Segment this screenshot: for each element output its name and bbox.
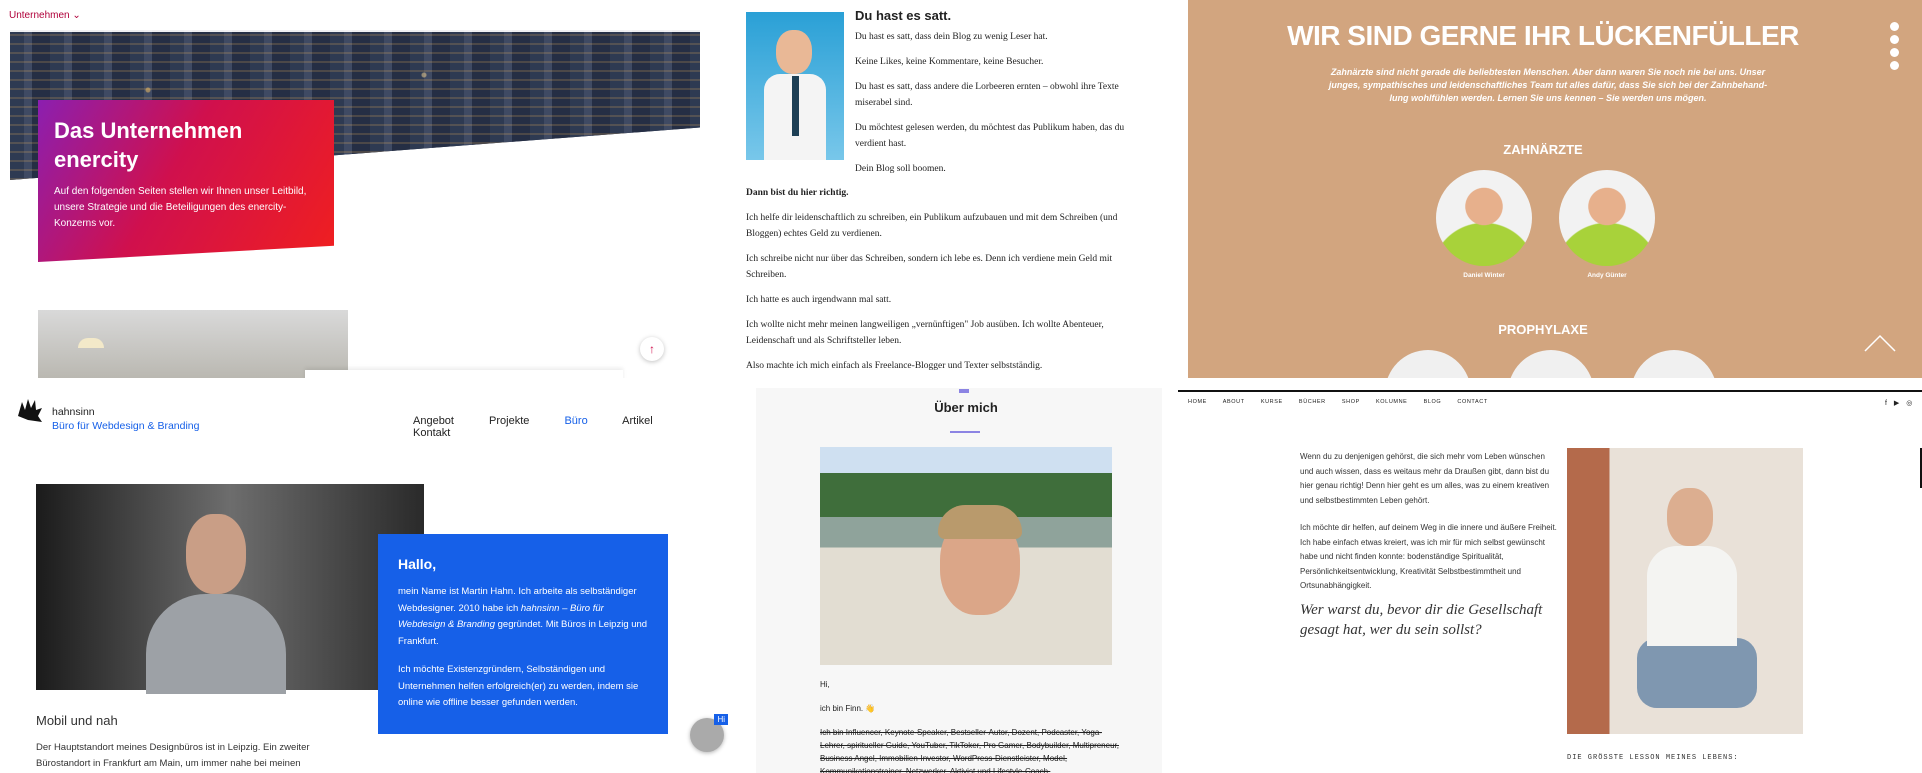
struck-list: Ich bin Influencer, Keynote-Speaker, Bes…: [820, 728, 1119, 773]
coach-panel: HOME ABOUT KURSE BÜCHER SHOP KOLUMNE BLO…: [1178, 388, 1922, 773]
dental-panel: WIR SIND GERNE IHR LÜCKENFÜLLER Zahnärzt…: [1188, 0, 1922, 378]
decor-mark: [959, 389, 969, 393]
author-photo: [746, 12, 844, 160]
interior-image: [38, 310, 348, 378]
nav-kontakt[interactable]: Kontakt: [413, 427, 450, 439]
intro-line: Du möchtest gelesen werden, du möchtest …: [855, 123, 1125, 149]
pull-quote: Wer warst du, bevor dir die Gesellschaft…: [1300, 602, 1543, 638]
nav-blog[interactable]: BLOG: [1424, 399, 1442, 405]
section-zahnaerzte: ZAHNÄRZTE: [1503, 142, 1583, 157]
subheading: Mobil und nah: [36, 713, 118, 728]
nav-buero[interactable]: Büro: [564, 415, 587, 427]
dental-intro: Zahnärzte sind nicht gerade die beliebte…: [1328, 67, 1768, 103]
intro-paragraph: Ich möchte Existenzgründern, Selbständig…: [398, 664, 639, 708]
youtube-icon[interactable]: ▶: [1894, 400, 1899, 407]
enercity-panel: Unternehmen ⌄ Das Unternehmen enercity Au…: [0, 0, 710, 378]
avatar[interactable]: [1508, 350, 1594, 378]
social-links: f ▶ ◎: [1880, 399, 1912, 407]
avatar[interactable]: [1385, 350, 1471, 378]
content-card: [305, 370, 623, 378]
intro-line: Dein Blog soll boomen.: [855, 164, 946, 174]
team-member[interactable]: Daniel Winter: [1434, 170, 1534, 279]
hero-box: Das Unternehmen enercity Auf den folgende…: [38, 100, 334, 262]
avatar: [1559, 170, 1655, 266]
chevron-down-icon: ⌄: [72, 10, 81, 21]
nav-about[interactable]: ABOUT: [1223, 399, 1245, 405]
rooster-logo-icon[interactable]: [16, 396, 44, 424]
main-nav: HOME ABOUT KURSE BÜCHER SHOP KOLUMNE BLO…: [1188, 399, 1502, 405]
scroll-up-icon[interactable]: [1864, 334, 1896, 352]
ueber-mich-panel: Über mich Hi, ich bin Finn. 👋 Ich bin In…: [756, 388, 1162, 773]
chat-avatar-button[interactable]: Hi: [690, 714, 728, 752]
brand[interactable]: hahnsinn Büro für Webdesign & Branding: [52, 406, 199, 432]
section-prophylaxe: PROPHYLAXE: [1498, 322, 1588, 337]
blog-heading: Du hast es satt.: [855, 8, 952, 23]
team-member[interactable]: Andy Günter: [1557, 170, 1657, 279]
nav-buecher[interactable]: BÜCHER: [1299, 399, 1326, 405]
intro-line: Keine Likes, keine Kommentare, keine Bes…: [855, 57, 1044, 67]
avatar[interactable]: [1631, 350, 1717, 378]
menu-dots-icon[interactable]: [1890, 22, 1904, 74]
bold-line: Dann bist du hier richtig.: [746, 188, 849, 198]
hero-title: Das Unternehmen enercity: [54, 118, 243, 172]
lesson-heading: DIE GRÖSSTE LESSON MEINES LEBENS:: [1567, 754, 1739, 762]
body-paragraph: Ich hatte es auch irgendwann mal satt.: [746, 295, 892, 305]
nav-kolumne[interactable]: KOLUMNE: [1376, 399, 1407, 405]
intro-box: Hallo, mein Name ist Martin Hahn. Ich ar…: [378, 534, 668, 734]
nav-home[interactable]: HOME: [1188, 399, 1207, 405]
portrait-photo: [36, 484, 424, 694]
nav-angebot[interactable]: Angebot: [413, 415, 454, 427]
greeting: Hallo,: [398, 556, 437, 572]
hi-line: Hi,: [820, 680, 830, 689]
chat-badge: Hi: [714, 714, 728, 725]
main-nav: Angebot Projekte Büro Artikel Kontakt: [413, 415, 740, 439]
nav-shop[interactable]: SHOP: [1342, 399, 1360, 405]
blog-panel: Du hast es satt. Du hast es satt, dass d…: [718, 0, 1168, 378]
nav-artikel[interactable]: Artikel: [622, 415, 653, 427]
intro-line: Du hast es satt, dass andere die Lorbeer…: [855, 82, 1119, 108]
instagram-icon[interactable]: ◎: [1906, 400, 1912, 407]
heading-underline: [950, 431, 980, 433]
facebook-icon[interactable]: f: [1885, 400, 1887, 407]
body-paragraph: Ich möchte dir helfen, auf deinem Weg in…: [1300, 523, 1557, 590]
nav-contact[interactable]: CONTACT: [1457, 399, 1487, 405]
body-paragraph: Wenn du zu denjenigen gehörst, die sich …: [1300, 452, 1550, 505]
avatar: [1436, 170, 1532, 266]
selfie-photo: [820, 447, 1112, 665]
top-border: [1178, 390, 1922, 392]
dental-title: WIR SIND GERNE IHR LÜCKENFÜLLER: [1287, 20, 1799, 51]
hero-text: Auf den folgenden Seiten stellen wir Ihn…: [54, 186, 307, 229]
body-paragraph: Ich wollte nicht mehr meinen langweilige…: [746, 320, 1104, 346]
intro-line: Du hast es satt, dass dein Blog zu wenig…: [855, 32, 1048, 42]
intro-paragraph: mein Name ist Martin Hahn. Ich arbeite a…: [398, 586, 648, 647]
intro-line: ich bin Finn. 👋: [820, 704, 876, 713]
body-paragraph: Also machte ich mich einfach als Freelan…: [746, 361, 1043, 371]
top-navbar: Unternehmen ⌄: [0, 0, 710, 32]
menu-unternehmen[interactable]: Unternehmen ⌄: [9, 10, 81, 21]
scroll-top-icon[interactable]: ↑: [640, 337, 664, 361]
nav-projekte[interactable]: Projekte: [489, 415, 529, 427]
body-text: Der Hauptstandort meines Designbüros ist…: [36, 742, 310, 769]
nav-kurse[interactable]: KURSE: [1261, 399, 1283, 405]
body-paragraph: Ich helfe dir leidenschaftlich zu schrei…: [746, 213, 1118, 239]
portrait-photo: [1567, 448, 1803, 734]
body-paragraph: Ich schreibe nicht nur über das Schreibe…: [746, 254, 1113, 280]
hahnsinn-panel: hahnsinn Büro für Webdesign & Branding A…: [0, 388, 740, 773]
ueber-heading: Über mich: [934, 400, 998, 415]
